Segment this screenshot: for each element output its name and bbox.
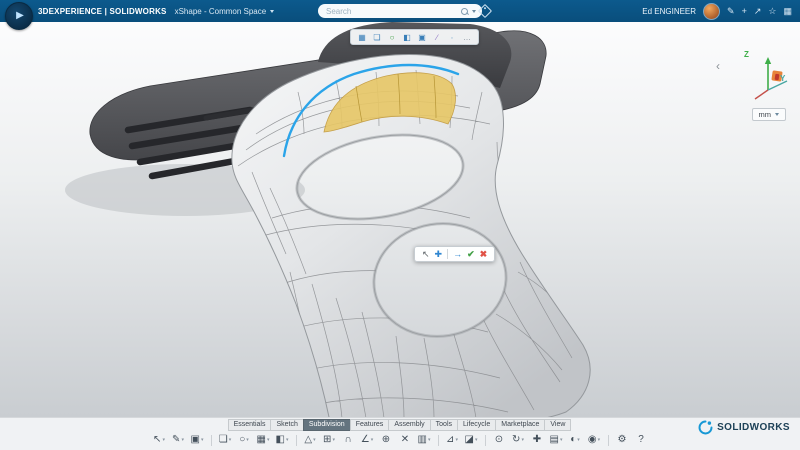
toolbar-divider — [485, 435, 486, 446]
ribbon-tabs: Essentials Sketch Subdivision Features A… — [0, 419, 800, 431]
primitive-box-icon[interactable]: ❏ — [217, 433, 234, 447]
view-orientation-widget[interactable]: ‹ Z Y — [716, 50, 794, 108]
view-orientation-icon[interactable]: ▤ — [548, 433, 565, 447]
display-style-icon[interactable]: ◐ — [567, 433, 584, 447]
chevron-down-icon — [270, 10, 274, 13]
application-window: ▶ 3DEXPERIENCE | SOLIDWORKS xShape - Com… — [0, 0, 800, 450]
thicken-icon[interactable]: ▥ — [416, 433, 433, 447]
axes-triad-icon[interactable] — [742, 50, 794, 102]
compass-play-icon: ▶ — [16, 11, 24, 21]
tab-assembly[interactable]: Assembly — [388, 419, 430, 431]
move-tool-icon[interactable]: ✚ — [435, 250, 443, 259]
tab-essentials[interactable]: Essentials — [228, 419, 272, 431]
box-mode-icon[interactable]: ❏ — [371, 31, 383, 43]
bridge-faces-icon[interactable]: ∩ — [340, 433, 357, 447]
workspace-selector[interactable]: xShape - Common Space — [175, 7, 275, 16]
weld-vertices-icon[interactable]: ⊕ — [378, 433, 395, 447]
action-bar: ↖ ✎ ▣ ❏ ○ ▦ ◧ △ ⊞ ∩ ∠ ⊕ ✕ ▥ ⊿ ◪ ⊙ ↻ ✚ ▤ … — [0, 433, 800, 447]
toolbar-divider — [438, 435, 439, 446]
save-icon[interactable]: ▣ — [189, 433, 206, 447]
continue-arrow-icon[interactable]: → — [453, 250, 462, 259]
help-icon[interactable]: ? — [633, 433, 650, 447]
extrude-face-icon[interactable]: △ — [302, 433, 319, 447]
tab-view[interactable]: View — [544, 419, 571, 431]
select-icon[interactable]: ↖ — [151, 433, 168, 447]
tab-features[interactable]: Features — [350, 419, 390, 431]
primitive-sphere-icon[interactable]: ○ — [236, 433, 253, 447]
favorites-star-icon[interactable]: ☆ — [768, 7, 776, 16]
settings-icon[interactable]: ⚙ — [614, 433, 631, 447]
topbar: ▶ 3DEXPERIENCE | SOLIDWORKS xShape - Com… — [0, 0, 800, 22]
delete-face-icon[interactable]: ✕ — [397, 433, 414, 447]
convert-subdivision-icon[interactable]: ▦ — [255, 433, 272, 447]
chevron-down-icon — [775, 113, 779, 116]
context-confirm-toolbar: ↖ ✚ → ✔ ✖ — [414, 246, 495, 262]
crease-edge-icon[interactable]: ∠ — [359, 433, 376, 447]
measure-icon[interactable]: ⊿ — [444, 433, 461, 447]
toolbar-divider — [296, 435, 297, 446]
tab-lifecycle[interactable]: Lifecycle — [457, 419, 496, 431]
brand-title: 3DEXPERIENCE | SOLIDWORKS — [38, 7, 167, 16]
zoom-fit-icon[interactable]: ⊙ — [491, 433, 508, 447]
toolbar-divider — [447, 249, 448, 259]
3ds-logo-icon — [698, 420, 713, 435]
lower-hole-rim — [374, 224, 506, 337]
units-value: mm — [759, 110, 772, 119]
split-loop-icon[interactable]: ⊞ — [321, 433, 338, 447]
apps-grid-icon[interactable]: ▦ — [783, 7, 792, 16]
accept-check-icon[interactable]: ✔ — [467, 250, 475, 259]
user-avatar[interactable] — [703, 3, 720, 20]
views-prev-arrow[interactable]: ‹ — [716, 60, 720, 72]
workspace-label: xShape - Common Space — [175, 7, 267, 16]
search-icon[interactable] — [461, 8, 468, 15]
user-name[interactable]: Ed ENGINEER — [642, 7, 696, 16]
handle-body[interactable] — [232, 54, 590, 417]
pointer-tool-icon[interactable]: ↖ — [422, 250, 430, 259]
pan-view-icon[interactable]: ✚ — [529, 433, 546, 447]
3dexperience-compass-logo[interactable]: ▶ — [5, 2, 33, 30]
toolbar-divider — [211, 435, 212, 446]
axis-z-label: Z — [744, 50, 749, 59]
share-icon[interactable]: ↗ — [754, 7, 762, 16]
toolbar-divider — [608, 435, 609, 446]
tab-tools[interactable]: Tools — [430, 419, 458, 431]
bottom-bar: Essentials Sketch Subdivision Features A… — [0, 417, 800, 450]
units-dropdown[interactable]: mm — [752, 108, 787, 121]
search-box[interactable] — [318, 4, 482, 18]
vertex-select-icon[interactable]: ∙ — [446, 31, 458, 43]
subdivision-hud-toolbar: ▦ ❏ ○ ◧ ▣ ∕ ∙ … — [350, 29, 479, 45]
sketch-icon[interactable]: ✎ — [170, 433, 187, 447]
section-view-icon[interactable]: ◪ — [463, 433, 480, 447]
face-select-icon[interactable]: ▣ — [416, 31, 428, 43]
show-mesh-icon[interactable]: ▦ — [356, 31, 368, 43]
tab-subdivision[interactable]: Subdivision — [303, 419, 351, 431]
3d-viewport[interactable]: ▦ ❏ ○ ◧ ▣ ∕ ∙ … ↖ ✚ → ✔ ✖ ‹ — [0, 22, 800, 417]
symmetry-icon[interactable]: ◧ — [274, 433, 291, 447]
smooth-mode-icon[interactable]: ○ — [386, 31, 398, 43]
visibility-icon[interactable]: ◉ — [586, 433, 603, 447]
search-input[interactable] — [324, 6, 457, 17]
solidworks-logo-text: SOLIDWORKS — [717, 422, 790, 433]
cancel-x-icon[interactable]: ✖ — [480, 250, 488, 259]
symmetry-plane-icon[interactable]: ◧ — [401, 31, 413, 43]
compose-icon[interactable]: ✎ — [727, 7, 735, 16]
more-options-icon[interactable]: … — [461, 31, 473, 43]
edge-select-icon[interactable]: ∕ — [431, 31, 443, 43]
model-canvas[interactable] — [0, 22, 800, 417]
search-scope-chevron-icon[interactable] — [472, 10, 476, 13]
axis-y-label: Y — [780, 74, 785, 83]
topbar-right-cluster: Ed ENGINEER ✎ + ↗ ☆ ▦ — [642, 0, 792, 22]
tab-marketplace[interactable]: Marketplace — [495, 419, 545, 431]
solidworks-logo: SOLIDWORKS — [698, 420, 790, 435]
rotate-view-icon[interactable]: ↻ — [510, 433, 527, 447]
add-icon[interactable]: + — [742, 7, 747, 16]
tab-sketch[interactable]: Sketch — [270, 419, 303, 431]
